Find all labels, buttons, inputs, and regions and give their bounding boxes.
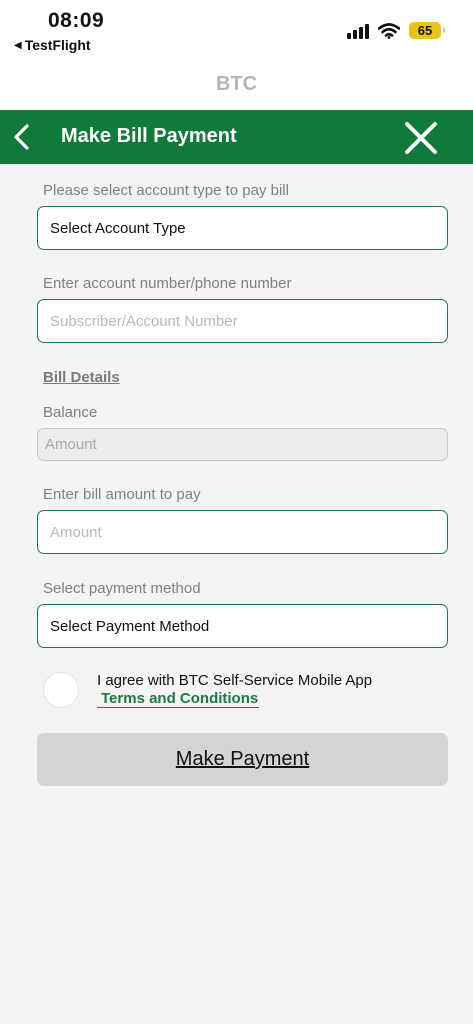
back-triangle-icon: ◀ — [14, 39, 22, 51]
battery-icon: 65 — [409, 22, 445, 39]
wifi-icon — [378, 22, 400, 39]
balance-placeholder: Amount — [45, 436, 97, 453]
app-title: BTC — [215, 73, 258, 95]
balance-label: Balance — [43, 404, 98, 421]
terms-agreement-row: I agree with BTC Self-Service Mobile App… — [43, 672, 443, 712]
account-type-value: Select Account Type — [50, 219, 186, 237]
payment-method-select[interactable]: Select Payment Method — [37, 604, 448, 648]
bill-amount-placeholder: Amount — [50, 523, 102, 541]
page-title: Make Bill Payment — [61, 125, 237, 147]
close-icon[interactable] — [403, 120, 439, 156]
payment-method-value: Select Payment Method — [50, 617, 210, 635]
cellular-signal-icon — [347, 23, 369, 39]
bill-amount-input[interactable]: Amount — [37, 510, 448, 554]
payment-method-label: Select payment method — [43, 580, 201, 597]
account-number-placeholder: Subscriber/Account Number — [50, 312, 238, 330]
bill-amount-label: Enter bill amount to pay — [43, 486, 201, 503]
account-number-input[interactable]: Subscriber/Account Number — [37, 299, 448, 343]
page-header: Make Bill Payment — [0, 110, 473, 164]
testflight-label: TestFlight — [24, 37, 91, 53]
status-indicators: 65 — [347, 22, 445, 39]
testflight-back-link[interactable]: ◀ TestFlight — [14, 37, 91, 53]
agree-radio[interactable] — [43, 672, 79, 708]
status-bar: 08:09 ◀ TestFlight 65 — [0, 0, 473, 66]
balance-field: Amount — [37, 428, 448, 461]
back-chevron-icon[interactable] — [8, 120, 38, 154]
agree-text: I agree with BTC Self-Service Mobile App — [97, 672, 373, 689]
make-payment-button[interactable]: Make Payment — [37, 733, 448, 786]
terms-link[interactable]: Terms and Conditions — [97, 690, 260, 708]
account-number-label: Enter account number/phone number — [43, 275, 292, 292]
account-type-select[interactable]: Select Account Type — [37, 206, 448, 250]
account-type-label: Please select account type to pay bill — [43, 182, 289, 199]
app-title-bar: BTC — [0, 66, 473, 110]
status-time: 08:09 — [48, 9, 105, 32]
bill-details-title: Bill Details — [43, 369, 120, 386]
